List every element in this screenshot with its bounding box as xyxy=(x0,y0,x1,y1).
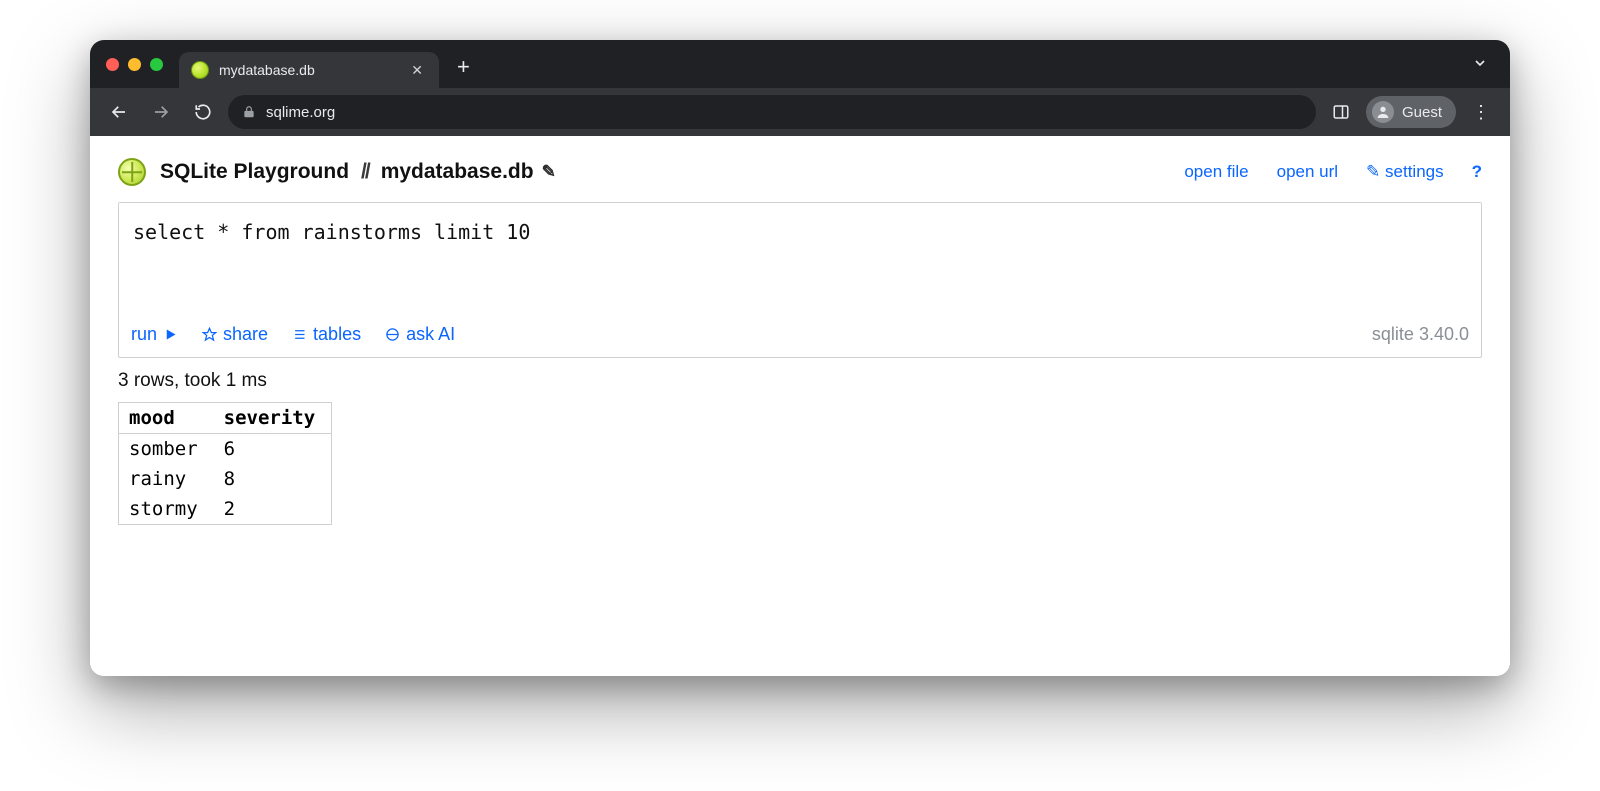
table-cell: 2 xyxy=(214,494,332,525)
browser-menu-button[interactable]: ⋮ xyxy=(1464,95,1498,129)
sqlite-version: sqlite 3.40.0 xyxy=(1372,324,1469,345)
browser-window: mydatabase.db ✕ + sqlime.org xyxy=(90,40,1510,676)
forward-button[interactable] xyxy=(144,95,178,129)
tab-strip: mydatabase.db ✕ + xyxy=(90,40,1510,88)
table-cell: somber xyxy=(119,434,214,465)
browser-tab[interactable]: mydatabase.db ✕ xyxy=(179,52,439,88)
sql-editor: run share tables ask AI sqlite 3.40.0 xyxy=(118,202,1482,358)
page-content: SQLite Playground // mydatabase.db ✎ ope… xyxy=(90,136,1510,676)
browser-toolbar: sqlime.org Guest ⋮ xyxy=(90,88,1510,136)
play-icon xyxy=(163,327,178,342)
table-row: rainy8 xyxy=(119,464,332,494)
open-file-link[interactable]: open file xyxy=(1184,162,1248,182)
tab-title: mydatabase.db xyxy=(219,62,397,78)
tabs-dropdown-button[interactable] xyxy=(1462,49,1498,80)
result-header-row: moodseverity xyxy=(119,403,332,434)
db-name-group: mydatabase.db ✎ xyxy=(381,160,556,184)
ask-ai-button[interactable]: ask AI xyxy=(385,324,455,345)
star-icon xyxy=(202,327,217,342)
edit-db-name-button[interactable]: ✎ xyxy=(542,162,556,182)
reload-button[interactable] xyxy=(186,95,220,129)
result-table: moodseverity somber6rainy8stormy2 xyxy=(118,402,332,525)
table-row: somber6 xyxy=(119,434,332,465)
tab-close-button[interactable]: ✕ xyxy=(407,60,427,81)
globe-icon xyxy=(385,327,400,342)
app-logo-icon xyxy=(118,158,146,186)
favicon-icon xyxy=(191,61,209,79)
editor-actions: run share tables ask AI sqlite 3.40.0 xyxy=(119,316,1481,357)
tables-button[interactable]: tables xyxy=(292,324,361,345)
profile-button[interactable]: Guest xyxy=(1366,96,1456,128)
share-button[interactable]: share xyxy=(202,324,268,345)
column-header: mood xyxy=(119,403,214,434)
page-title: SQLite Playground // mydatabase.db ✎ xyxy=(160,160,1170,184)
result-status: 3 rows, took 1 ms xyxy=(118,370,1482,392)
address-bar[interactable]: sqlime.org xyxy=(228,95,1316,129)
run-button[interactable]: run xyxy=(131,324,178,345)
app-title: SQLite Playground xyxy=(160,160,349,184)
db-name: mydatabase.db xyxy=(381,160,534,184)
sql-input[interactable] xyxy=(119,203,1481,311)
window-close-button[interactable] xyxy=(106,58,119,71)
profile-label: Guest xyxy=(1402,104,1442,121)
page-header: SQLite Playground // mydatabase.db ✎ ope… xyxy=(118,158,1482,186)
table-cell: 8 xyxy=(214,464,332,494)
window-controls xyxy=(102,58,169,71)
table-cell: stormy xyxy=(119,494,214,525)
table-row: stormy2 xyxy=(119,494,332,525)
new-tab-button[interactable]: + xyxy=(449,52,478,82)
window-minimize-button[interactable] xyxy=(128,58,141,71)
table-cell: 6 xyxy=(214,434,332,465)
open-url-link[interactable]: open url xyxy=(1277,162,1338,182)
settings-link[interactable]: ✎ settings xyxy=(1366,162,1444,182)
window-zoom-button[interactable] xyxy=(150,58,163,71)
column-header: severity xyxy=(214,403,332,434)
lock-icon xyxy=(242,105,256,119)
url-text: sqlime.org xyxy=(266,104,335,121)
back-button[interactable] xyxy=(102,95,136,129)
panel-toggle-button[interactable] xyxy=(1324,95,1358,129)
list-icon xyxy=(292,327,307,342)
title-separator: // xyxy=(361,160,369,184)
help-link[interactable]: ? xyxy=(1472,162,1482,182)
table-cell: rainy xyxy=(119,464,214,494)
avatar-icon xyxy=(1372,101,1394,123)
header-links: open file open url ✎ settings ? xyxy=(1184,162,1482,182)
